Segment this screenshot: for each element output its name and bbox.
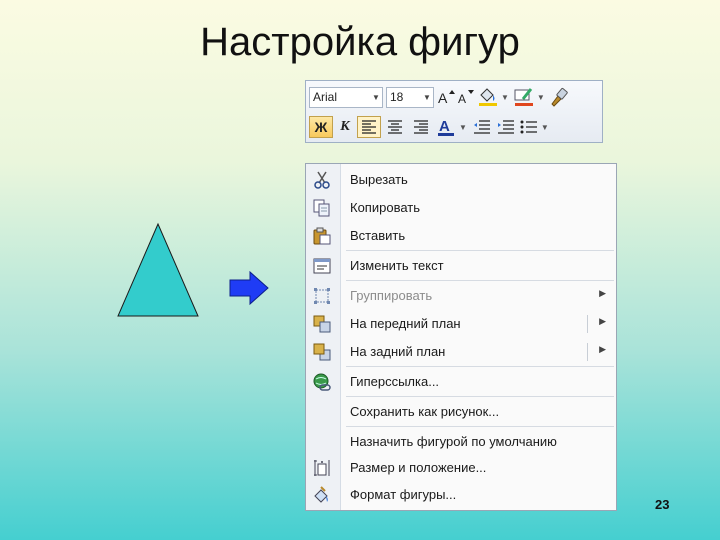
chevron-down-icon[interactable]: ▼ (537, 93, 545, 102)
group-icon (314, 288, 330, 304)
menu-separator (346, 250, 614, 251)
menu-separator (346, 366, 614, 367)
split-divider (587, 343, 588, 361)
svg-text:A: A (439, 118, 450, 135)
format-painter-icon[interactable] (549, 86, 569, 108)
arrow-right-icon (229, 270, 269, 306)
shrink-font-icon[interactable]: A (457, 86, 475, 108)
menu-item-label: Сохранить как рисунок... (350, 404, 500, 419)
chevron-down-icon[interactable]: ▼ (501, 93, 509, 102)
menu-item-paste[interactable]: Вставить (306, 223, 616, 249)
menu-item-label: Формат фигуры... (350, 487, 457, 502)
bullets-icon (520, 120, 537, 134)
menu-item-bring-to-front[interactable]: На передний план ▶ (306, 311, 616, 337)
menu-item-group[interactable]: Группировать ▶ (306, 283, 616, 309)
font-name-value: Arial (313, 90, 338, 104)
italic-button[interactable]: К (335, 116, 355, 138)
bold-icon: Ж (314, 119, 328, 135)
copy-icon (313, 199, 330, 217)
italic-icon: К (340, 119, 350, 134)
menu-item-label: Назначить фигурой по умолчанию (350, 434, 557, 449)
align-left-icon (362, 120, 376, 134)
mini-toolbar: Arial ▼ 18 ▼ A A ▼ ▼ Ж К A ▼ ▼ (305, 80, 603, 143)
chevron-down-icon[interactable]: ▼ (541, 123, 549, 132)
menu-item-label: Размер и положение... (350, 460, 487, 475)
menu-item-label: На задний план (350, 344, 446, 359)
center-button[interactable] (383, 116, 407, 138)
bring-to-front-icon (313, 315, 331, 333)
triangle-shape[interactable] (116, 222, 200, 318)
menu-item-label: Изменить текст (350, 258, 444, 273)
menu-item-label: Группировать (350, 288, 433, 303)
font-name-select[interactable]: Arial ▼ (309, 86, 383, 108)
slide-title: Настройка фигур (200, 20, 520, 64)
menu-separator (346, 280, 614, 281)
menu-item-send-to-back[interactable]: На задний план ▶ (306, 339, 616, 365)
menu-item-format-shape[interactable]: Формат фигуры... (306, 482, 616, 508)
edit-text-icon (313, 258, 331, 274)
menu-item-hyperlink[interactable]: Гиперссылка... (306, 369, 616, 395)
submenu-arrow-icon[interactable]: ▶ (599, 316, 606, 327)
align-left-button[interactable] (357, 116, 381, 138)
increase-indent-icon (497, 120, 514, 134)
context-menu: Вырезать Копировать Вставить Изменить те… (305, 163, 617, 511)
bullets-button[interactable] (519, 116, 539, 138)
hyperlink-icon (313, 373, 331, 391)
menu-separator (346, 396, 614, 397)
chevron-down-icon[interactable]: ▼ (421, 93, 433, 102)
format-shape-icon (314, 486, 328, 503)
paste-icon (313, 227, 331, 245)
font-color-icon: A (438, 118, 454, 136)
fill-color-icon[interactable] (477, 86, 499, 108)
submenu-arrow-icon[interactable]: ▶ (599, 344, 606, 355)
align-right-button[interactable] (409, 116, 433, 138)
decrease-indent-icon (473, 120, 490, 134)
align-right-icon (414, 120, 428, 134)
menu-item-edit-text[interactable]: Изменить текст (306, 253, 616, 279)
menu-item-size-position[interactable]: Размер и положение... (306, 455, 616, 481)
chevron-down-icon[interactable]: ▼ (459, 123, 467, 132)
menu-item-cut[interactable]: Вырезать (306, 167, 616, 193)
chevron-down-icon[interactable]: ▼ (370, 93, 382, 102)
font-size-select[interactable]: 18 ▼ (386, 86, 434, 108)
menu-item-label: На передний план (350, 316, 461, 331)
font-color-button[interactable]: A (435, 116, 457, 138)
bold-button[interactable]: Ж (309, 116, 333, 138)
page-number: 23 (655, 497, 670, 512)
size-position-icon (314, 460, 330, 476)
menu-item-label: Гиперссылка... (350, 374, 440, 389)
cut-icon (314, 171, 330, 189)
increase-indent-button[interactable] (495, 116, 517, 138)
menu-item-copy[interactable]: Копировать (306, 195, 616, 221)
outline-color-icon[interactable] (513, 86, 535, 108)
submenu-arrow-icon: ▶ (599, 288, 606, 298)
svg-text:A: A (438, 90, 448, 106)
menu-separator (346, 426, 614, 427)
menu-item-label: Вставить (350, 228, 406, 243)
menu-item-label: Вырезать (350, 172, 408, 187)
decrease-indent-button[interactable] (471, 116, 493, 138)
font-size-value: 18 (390, 90, 404, 104)
svg-text:A: A (458, 92, 466, 106)
split-divider (587, 315, 588, 333)
menu-item-set-default-shape[interactable]: Назначить фигурой по умолчанию (306, 429, 616, 455)
menu-item-label: Копировать (350, 200, 420, 215)
center-icon (388, 120, 402, 134)
menu-item-save-as-picture[interactable]: Сохранить как рисунок... (306, 399, 616, 425)
grow-font-icon[interactable]: A (437, 86, 455, 108)
send-to-back-icon (313, 343, 331, 361)
